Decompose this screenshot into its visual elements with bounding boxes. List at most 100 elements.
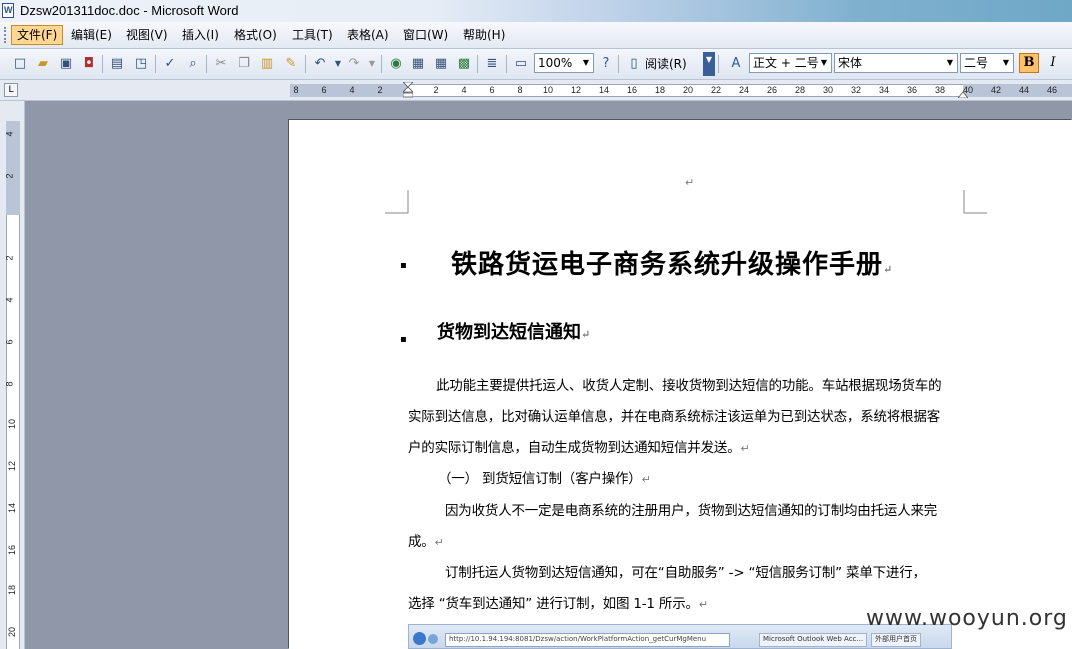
body-line: 实际到达信息，比对确认运单信息，并在电商系统标注该运单为已到达状态，系统将根据客 <box>408 407 940 427</box>
bold-button[interactable]: B <box>1019 53 1039 73</box>
font-size-select[interactable]: 二号 ▼ <box>960 53 1014 73</box>
forward-arrow-icon <box>428 634 438 644</box>
indent-marker-icon[interactable] <box>403 82 413 98</box>
body-line: 选择 “货车到达通知” 进行订制，如图 1-1 所示。↵ <box>408 594 708 615</box>
zoom-value: 100% <box>538 56 573 70</box>
font-value: 宋体 <box>838 56 863 70</box>
chevron-down-icon[interactable]: ▼ <box>943 54 957 72</box>
ruler-tick: 16 <box>7 544 18 556</box>
chevron-down-icon[interactable]: ▼ <box>579 54 593 72</box>
ruler-tick: 18 <box>7 584 18 596</box>
toolbar: □ ▰ ▣ ◘ ▤ ◳ ✓ ⌕ ✂ ❐ ▥ ✎ ↶ ▼ ↷ ▼ ◉ ▦ ▦ ▩ … <box>0 49 1072 80</box>
toolbar-separator <box>206 55 207 73</box>
ruler-tick: 32 <box>850 85 862 95</box>
styles-formatting-icon[interactable]: A <box>728 56 744 72</box>
style-select[interactable]: 正文 + 二号 ▼ <box>749 53 832 73</box>
right-indent-marker-icon[interactable] <box>958 90 968 98</box>
paste-icon[interactable]: ▥ <box>259 56 275 72</box>
paragraph-mark-icon: ↵ <box>434 536 444 549</box>
undo-dropdown-icon[interactable]: ▼ <box>330 56 346 72</box>
print-icon[interactable]: ▤ <box>109 56 125 72</box>
cut-icon[interactable]: ✂ <box>213 56 229 72</box>
document-map-icon[interactable]: ▭ <box>513 56 529 72</box>
paragraph-mark-icon: ↵ <box>883 263 894 276</box>
paragraph-mark-icon: ↵ <box>581 328 591 341</box>
toolbar-options-icon[interactable]: ▼ <box>703 52 715 76</box>
permission-icon[interactable]: ◘ <box>81 56 97 72</box>
ruler-tick: 2 <box>377 85 383 95</box>
chevron-down-icon[interactable]: ▼ <box>999 54 1013 72</box>
toolbar-separator <box>618 55 619 73</box>
ruler-tick: 14 <box>598 85 610 95</box>
redo-icon[interactable]: ↷ <box>346 56 362 72</box>
menu-help[interactable]: 帮助(H) <box>458 26 510 44</box>
toolbar-separator <box>506 55 507 73</box>
ruler-tick: 36 <box>906 85 918 95</box>
toolbar-separator <box>381 55 382 73</box>
save-icon[interactable]: ▣ <box>58 56 74 72</box>
italic-button[interactable]: I <box>1045 55 1061 71</box>
menu-view[interactable]: 视图(V) <box>121 26 173 44</box>
ruler-tick: 2 <box>433 85 439 95</box>
paragraph-mark-icon: ↵ <box>685 176 695 189</box>
menu-grip-handle[interactable] <box>4 27 9 43</box>
word-doc-icon[interactable] <box>2 3 14 18</box>
font-select[interactable]: 宋体 ▼ <box>834 53 958 73</box>
menu-format[interactable]: 格式(O) <box>229 26 282 44</box>
copy-icon[interactable]: ❐ <box>236 56 252 72</box>
insert-table-icon[interactable]: ▦ <box>433 56 449 72</box>
tab-selector-icon[interactable]: L <box>4 83 18 97</box>
ruler-tick: 12 <box>570 85 582 95</box>
menu-edit[interactable]: 编辑(E) <box>66 26 117 44</box>
body-line: 成。↵ <box>408 532 444 553</box>
menu-table[interactable]: 表格(A) <box>342 26 394 44</box>
paragraph-mark-icon: ↵ <box>698 598 708 611</box>
research-icon[interactable]: ⌕ <box>185 56 201 72</box>
menu-insert[interactable]: 插入(I) <box>177 26 224 44</box>
ruler-tick: 6 <box>489 85 495 95</box>
format-painter-icon[interactable]: ✎ <box>283 56 299 72</box>
menu-window[interactable]: 窗口(W) <box>398 26 453 44</box>
ruler-tick: 24 <box>738 85 750 95</box>
document-page[interactable]: ↵ ▪ 铁路货运电子商务系统升级操作手册↵ ▪ 货物到达短信通知↵ 此功能主要提… <box>289 120 1072 649</box>
menu-file[interactable]: 文件(F) <box>11 25 64 45</box>
body-line: 此功能主要提供托运人、收货人定制、接收货物到达短信的功能。车站根据现场货车的 <box>436 378 942 394</box>
ruler-tick: 42 <box>990 85 1002 95</box>
ruler-tick: 28 <box>794 85 806 95</box>
columns-icon[interactable]: ≣ <box>484 56 500 72</box>
ruler-tick: 4 <box>349 85 355 95</box>
chevron-down-icon[interactable]: ▼ <box>817 54 831 72</box>
help-icon[interactable]: ? <box>598 56 614 72</box>
heading-2-text: 货物到达短信通知 <box>437 322 581 343</box>
ruler-tick: 44 <box>1018 85 1030 95</box>
print-preview-icon[interactable]: ◳ <box>133 56 149 72</box>
open-folder-icon[interactable]: ▰ <box>35 56 51 72</box>
new-document-icon[interactable]: □ <box>12 56 28 72</box>
ruler-tick: 8 <box>517 85 523 95</box>
vertical-ruler[interactable]: 4 2 2 4 6 8 10 12 14 16 18 20 <box>0 101 25 649</box>
horizontal-ruler[interactable]: L 8 6 4 2 2 4 6 8 10 12 14 16 18 20 22 2… <box>0 80 1072 101</box>
ruler-tick: 38 <box>934 85 946 95</box>
spelling-icon[interactable]: ✓ <box>162 56 178 72</box>
redo-dropdown-icon[interactable]: ▼ <box>364 56 380 72</box>
embedded-tab: 外部用户首页 <box>871 633 921 647</box>
tables-borders-icon[interactable]: ▦ <box>410 56 426 72</box>
menu-tools[interactable]: 工具(T) <box>287 26 338 44</box>
body-line-text: 户的实际订制信息，自动生成货物到达通知短信并发送。 <box>408 440 741 456</box>
body-line-text: 成。 <box>408 534 435 550</box>
hyperlink-icon[interactable]: ◉ <box>388 56 404 72</box>
watermark: www.wooyun.org <box>866 606 1068 631</box>
ruler-tick: 22 <box>710 85 722 95</box>
insert-excel-icon[interactable]: ▩ <box>456 56 472 72</box>
back-arrow-icon <box>413 632 426 645</box>
read-mode-button[interactable]: 阅读(R) <box>645 56 687 72</box>
heading-1-text: 铁路货运电子商务系统升级操作手册 <box>451 250 884 280</box>
font-size-value: 二号 <box>964 56 989 70</box>
ruler-tick: 6 <box>4 339 15 345</box>
crop-mark-icon <box>963 190 987 214</box>
read-mode-icon[interactable]: ▯ <box>626 56 642 72</box>
zoom-select[interactable]: 100% ▼ <box>534 53 594 73</box>
ruler-tick: 10 <box>542 85 554 95</box>
body-line-text: （一） 到货短信订制（客户操作） <box>438 471 642 487</box>
undo-icon[interactable]: ↶ <box>312 56 328 72</box>
